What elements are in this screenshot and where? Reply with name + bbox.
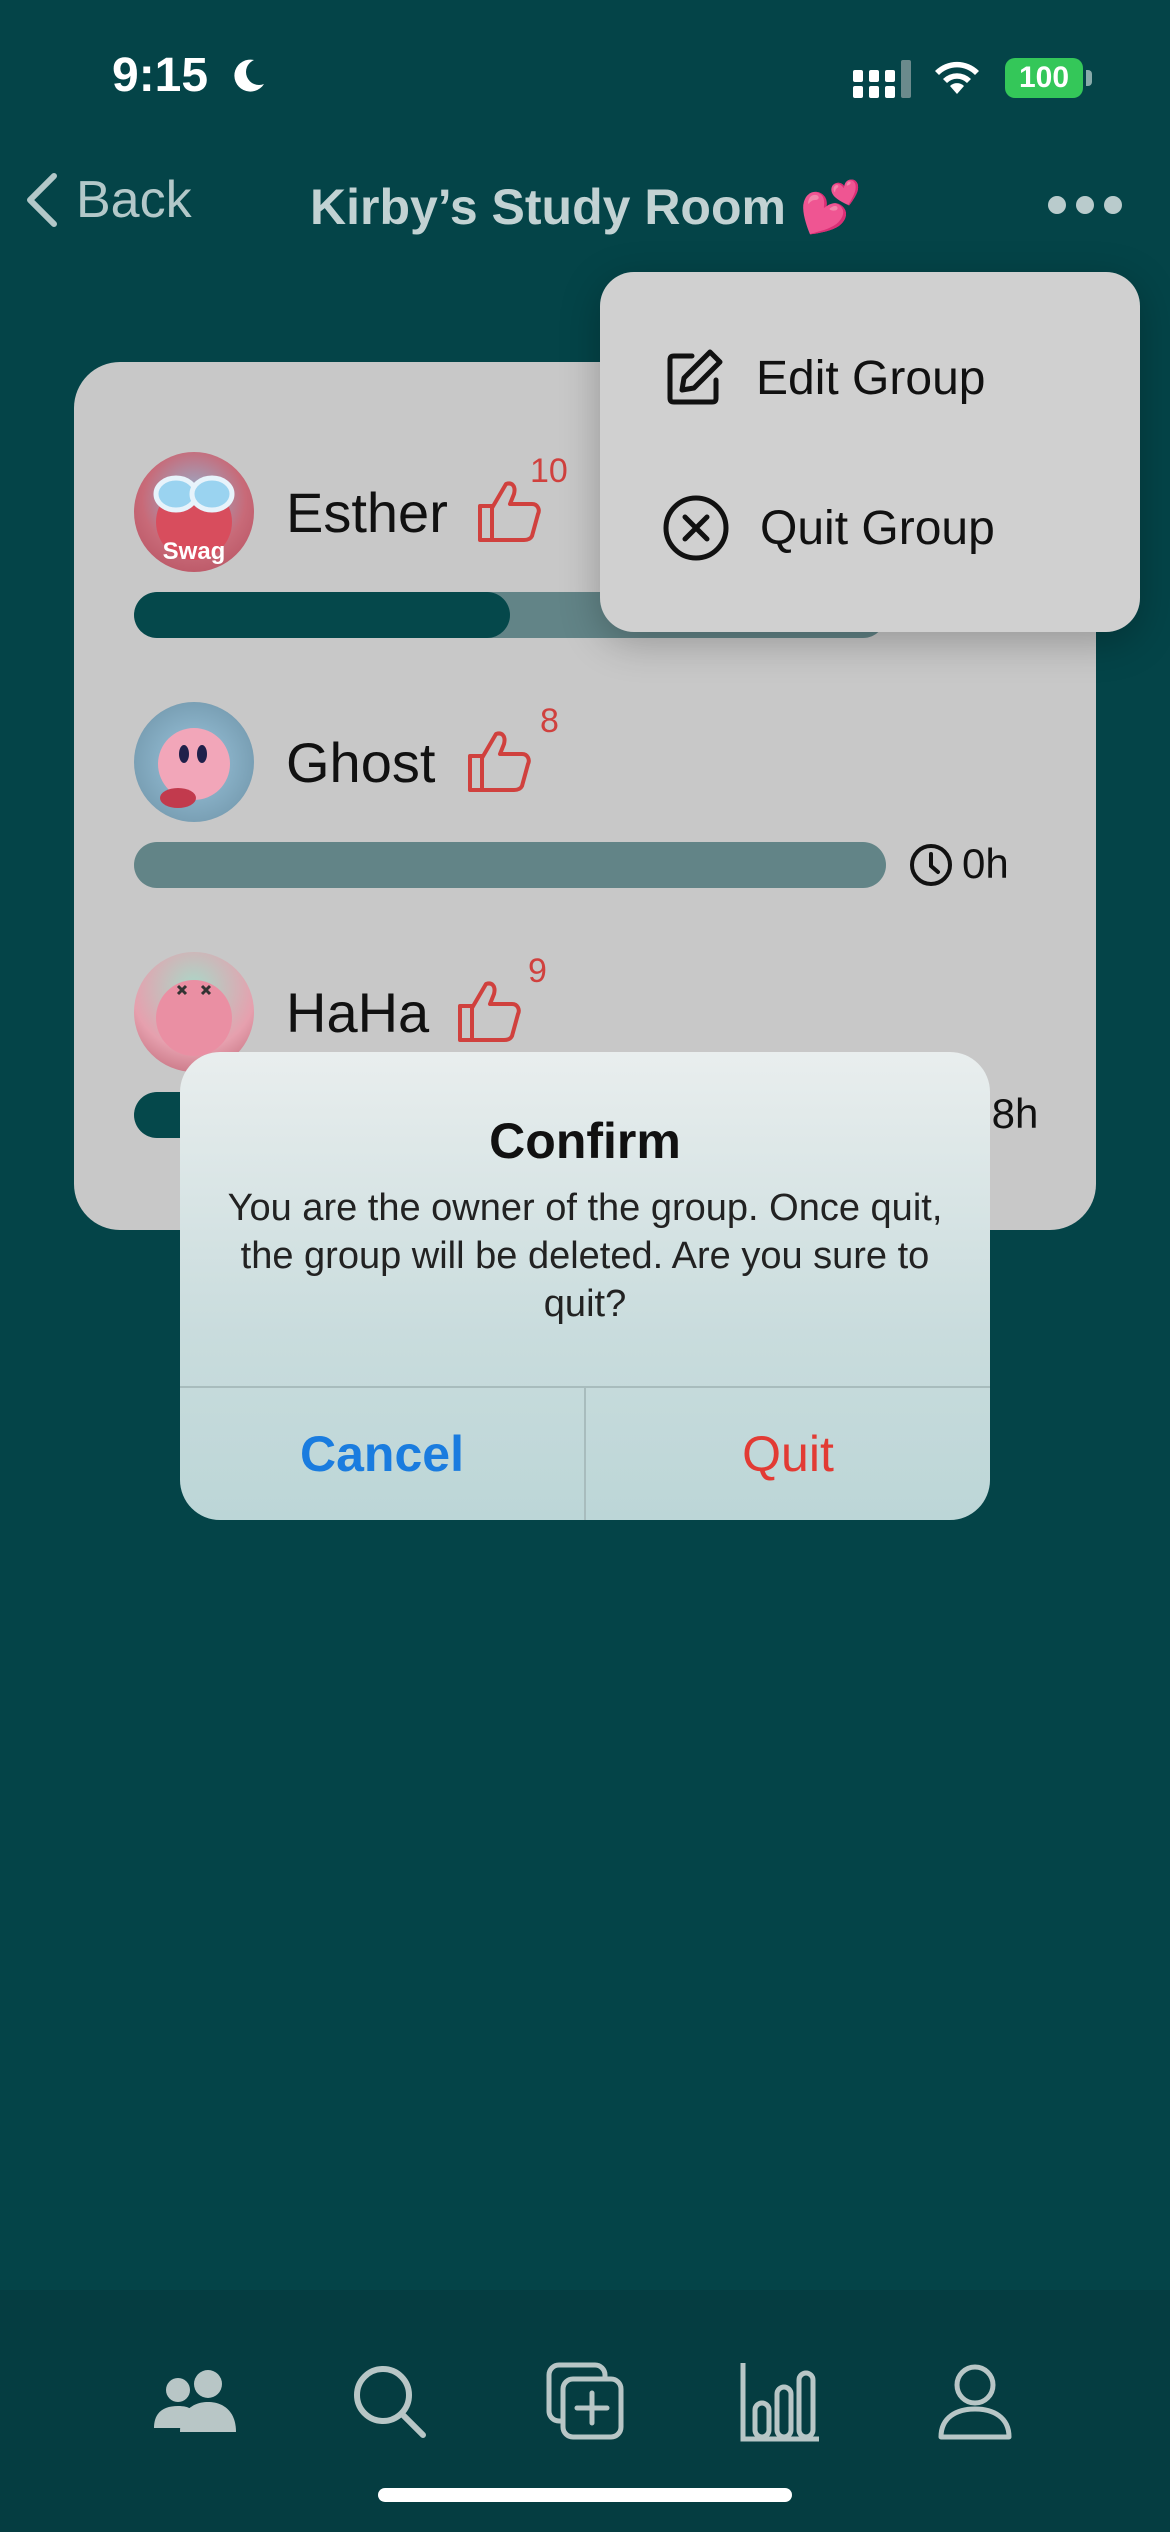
quit-button[interactable]: Quit <box>586 1388 990 1520</box>
quit-group-label: Quit Group <box>760 501 995 555</box>
dialog-title: Confirm <box>489 1113 681 1169</box>
confirm-dialog: Confirm You are the owner of the group. … <box>180 1052 990 1520</box>
people-icon <box>154 2370 236 2432</box>
study-hours: 0h <box>962 840 1009 887</box>
back-label: Back <box>76 171 192 229</box>
avatar-caption: Swag <box>162 538 226 565</box>
dot-icon <box>1104 196 1122 214</box>
member-name: Esther <box>286 481 448 544</box>
status-time: 9:15 <box>112 49 209 102</box>
like-count: 9 <box>528 952 547 990</box>
member-name: Ghost <box>286 731 436 794</box>
more-options-button[interactable] <box>1048 196 1122 214</box>
stats-icon <box>740 2363 819 2442</box>
battery-indicator: 100 <box>1005 58 1083 98</box>
add-icon <box>546 2362 624 2440</box>
thumbs-up-icon[interactable] <box>464 726 534 796</box>
page-title: Kirby’s Study Room 💕 <box>310 179 863 235</box>
progress-bar <box>134 842 886 888</box>
dialog-message: You are the owner of the group. Once qui… <box>227 1187 943 1325</box>
clock-icon <box>910 844 952 886</box>
options-menu: Edit Group Quit Group <box>600 272 1140 632</box>
signal-icon <box>853 60 911 98</box>
battery-tip <box>1086 70 1092 86</box>
progress-fill <box>134 592 510 638</box>
cancel-button[interactable]: Cancel <box>180 1388 584 1520</box>
search-icon <box>354 2366 426 2438</box>
member-row: Ghost 8 0h <box>74 702 1096 902</box>
like-count: 10 <box>530 452 568 490</box>
moon-icon <box>234 59 264 92</box>
tab-stats[interactable] <box>734 2356 824 2446</box>
avatar[interactable]: Swag <box>134 452 254 572</box>
dot-icon <box>1076 196 1094 214</box>
back-button[interactable]: Back <box>24 170 192 230</box>
quit-group-menu-item[interactable]: Quit Group <box>662 494 995 562</box>
edit-group-menu-item[interactable]: Edit Group <box>662 346 985 410</box>
tab-search[interactable] <box>344 2356 434 2446</box>
member-name: HaHa <box>286 981 430 1044</box>
like-count: 8 <box>540 702 559 740</box>
wifi-icon <box>935 61 979 94</box>
edit-icon <box>667 349 723 405</box>
close-circle-icon <box>663 495 729 561</box>
edit-group-label: Edit Group <box>756 351 986 405</box>
chevron-left-icon <box>27 173 57 227</box>
profile-icon <box>938 2364 1012 2440</box>
avatar[interactable] <box>134 702 254 822</box>
tab-groups[interactable] <box>150 2356 240 2446</box>
tab-profile[interactable] <box>930 2356 1020 2446</box>
dot-icon <box>1048 196 1066 214</box>
tab-add[interactable] <box>540 2356 630 2446</box>
thumbs-up-icon[interactable] <box>454 976 524 1046</box>
home-indicator[interactable] <box>378 2488 792 2502</box>
